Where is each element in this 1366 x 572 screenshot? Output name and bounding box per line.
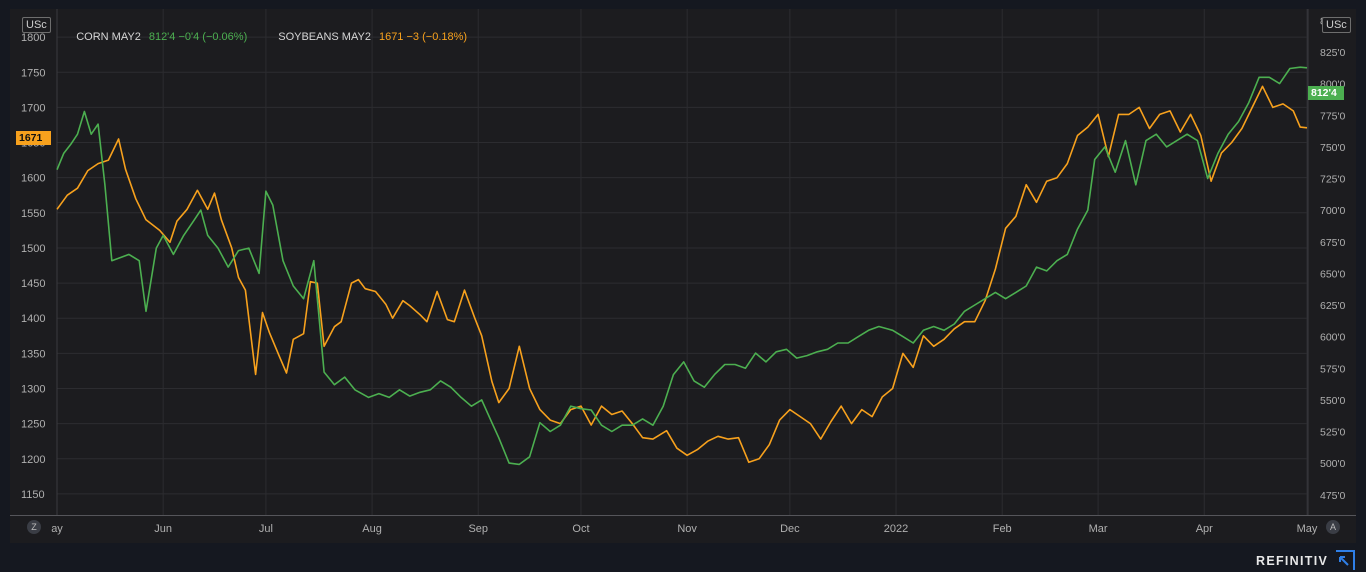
right-axis-tick-label: 575'0: [1320, 363, 1346, 375]
legend-soybeans-change: −3: [406, 31, 420, 43]
x-axis-tick-label: Nov: [677, 523, 697, 535]
corn-last-price-tag: 812'4: [1308, 86, 1344, 100]
left-axis-tick-label: 1300: [21, 384, 45, 396]
right-axis-tick-label: 625'0: [1320, 300, 1346, 312]
refinitiv-logo-icon: [1336, 550, 1355, 570]
soybeans-last-price-tag: 1671: [16, 131, 51, 145]
legend-soybeans[interactable]: SOYBEANS MAY2 1671 −3 (−0.18%): [266, 19, 467, 55]
right-axis-tick-label: 550'0: [1320, 395, 1346, 407]
corn-series-line: [56, 66, 1308, 466]
left-axis-tick-label: 1400: [21, 313, 45, 325]
right-axis-tick-label: 725'0: [1320, 174, 1346, 186]
right-axis-tick-label: 525'0: [1320, 427, 1346, 439]
right-axis-tick-label: 775'0: [1320, 110, 1346, 122]
left-axis-tick-label: 1550: [21, 208, 45, 220]
left-axis-unit: USc: [22, 17, 51, 33]
legend-soybeans-last: 1671: [378, 31, 404, 43]
x-axis-tick-label: Mar: [1089, 523, 1108, 535]
left-axis-tick-label: 1450: [21, 278, 45, 290]
x-axis-tick-label: Dec: [780, 523, 800, 535]
x-axis-tick-label: ay: [51, 523, 63, 535]
x-axis-tick-label: Sep: [468, 523, 488, 535]
right-axis-tick-label: 500'0: [1320, 458, 1346, 470]
x-axis-tick-label: Jul: [259, 523, 273, 535]
legend-corn-change-pct: (−0.06%): [202, 31, 248, 43]
right-axis-tick-label: 650'0: [1320, 268, 1346, 280]
left-axis-tick-label: 1600: [21, 173, 45, 185]
right-scale-button[interactable]: A: [1326, 520, 1340, 534]
right-axis-tick-label: 825'0: [1320, 47, 1346, 59]
left-scale-button[interactable]: Z: [27, 520, 41, 534]
right-axis-tick-label: 475'0: [1320, 490, 1346, 502]
legend-soybeans-name: SOYBEANS MAY2: [278, 31, 371, 43]
left-axis-tick-label: 1700: [21, 102, 45, 114]
x-axis-tick-label: 2022: [884, 523, 908, 535]
price-chart[interactable]: 1800175017001650160015501500145014001350…: [10, 9, 1356, 543]
right-axis-tick-label: 750'0: [1320, 142, 1346, 154]
left-axis-tick-label: 1150: [21, 489, 45, 501]
left-axis-tick-label: 1250: [21, 419, 45, 431]
right-axis-tick-label: 675'0: [1320, 237, 1346, 249]
left-axis-tick-label: 1350: [21, 348, 45, 360]
left-axis-tick-label: 1500: [21, 243, 45, 255]
x-axis-tick-label: Jun: [154, 523, 172, 535]
right-axis-tick-label: 600'0: [1320, 332, 1346, 344]
left-axis-tick-label: 1750: [21, 67, 45, 79]
left-axis-tick-label: 1200: [21, 454, 45, 466]
refinitiv-logo-text: REFINITIV: [1256, 554, 1329, 568]
x-axis-tick-label: Aug: [362, 523, 382, 535]
legend-corn-name: CORN MAY2: [76, 31, 141, 43]
x-axis-tick-label: Oct: [572, 523, 589, 535]
right-axis-unit: USc: [1322, 17, 1351, 33]
x-axis-tick-label: Apr: [1196, 523, 1213, 535]
legend-corn[interactable]: CORN MAY2 812'4 −0'4 (−0.06%): [64, 19, 247, 55]
chart-panel: 1800175017001650160015501500145014001350…: [10, 9, 1356, 543]
x-axis-tick-label: Feb: [993, 523, 1012, 535]
x-axis-tick-label: May: [1297, 523, 1318, 535]
right-axis-tick-label: 700'0: [1320, 205, 1346, 217]
legend-corn-change: −0'4: [178, 31, 200, 43]
left-axis-tick-label: 1800: [21, 32, 45, 44]
legend-soybeans-change-pct: (−0.18%): [422, 31, 468, 43]
legend-corn-last: 812'4: [148, 31, 176, 43]
